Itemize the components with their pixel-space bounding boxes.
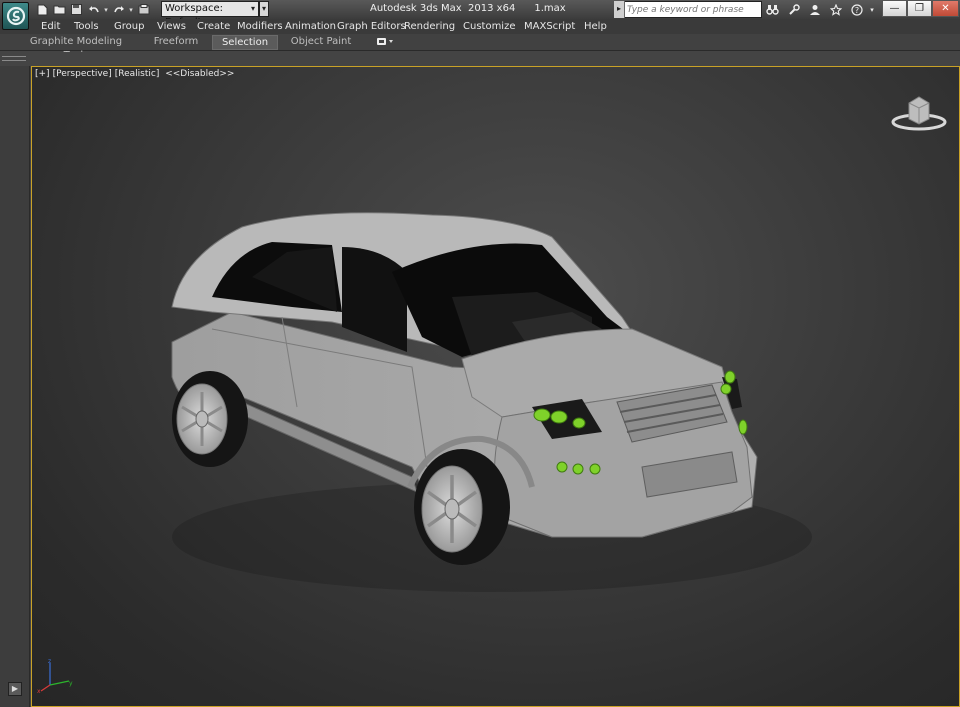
infocenter-toolbar: ? ▾ [763,2,876,17]
undo-icon[interactable] [85,2,102,17]
menu-tools[interactable]: Tools [74,20,99,33]
tab-graphite-modeling-tools[interactable]: Graphite Modeling Tools [20,35,132,61]
project-folder-icon[interactable] [135,2,152,17]
open-folder-icon[interactable] [51,2,68,17]
menu-help[interactable]: Help [584,20,607,33]
viewport-view-label[interactable]: [Perspective] [53,69,112,79]
redo-dropdown-icon[interactable]: ▾ [127,2,135,17]
ribbon-tabs: Graphite Modeling Tools Freeform Selecti… [0,34,960,61]
ribbon-options-icon[interactable] [376,37,394,49]
perspective-viewport[interactable]: [+] [Perspective] [Realistic] <<Disabled>>… [31,66,960,707]
new-file-icon[interactable] [34,2,51,17]
close-button[interactable]: ✕ [932,0,959,17]
minimize-button[interactable]: — [882,0,907,17]
app-version: 2013 x64 [468,3,516,14]
svg-text:?: ? [854,6,858,15]
tab-object-paint[interactable]: Object Paint [290,35,352,50]
menu-bar: Edit Tools Group Views Create Modifiers … [0,19,960,34]
redo-icon[interactable] [110,2,127,17]
menu-rendering[interactable]: Rendering [404,20,455,33]
svg-text:z: z [48,658,51,665]
viewport-label[interactable]: [+] [Perspective] [Realistic] <<Disabled>> [35,69,237,79]
viewport-status-label[interactable]: <<Disabled>> [165,69,234,79]
chevron-down-icon: ▾ [250,4,255,13]
tab-selection[interactable]: Selection [212,35,278,50]
help-dropdown-icon[interactable]: ▾ [868,2,876,17]
ribbon-collapsed-panel [0,52,960,66]
file-name: 1.max [534,3,566,14]
play-icon[interactable]: ▶ [8,682,22,696]
restore-button[interactable]: ❐ [907,0,932,17]
menu-maxscript[interactable]: MAXScript [524,20,575,33]
workspace-dropdown[interactable]: Workspace: Default ▾ [161,1,259,28]
menu-edit[interactable]: Edit [41,20,60,33]
menu-group[interactable]: Group [114,20,144,33]
customize-quick-access-button[interactable]: ▾ [259,1,269,17]
quick-access-toolbar: ▾ ▾ [34,2,152,17]
app-name: Autodesk 3ds Max [370,3,462,14]
app-logo-icon[interactable] [2,2,29,30]
help-icon[interactable]: ? [847,2,866,17]
svg-text:x: x [37,688,41,695]
search-input[interactable] [627,3,757,16]
menu-customize[interactable]: Customize [463,20,516,33]
left-side-panel [0,66,30,707]
menu-views[interactable]: Views [157,20,186,33]
viewport-menu-plus[interactable]: [+] [35,69,50,79]
window-title: Autodesk 3ds Max 2013 x64 1.max [370,3,566,14]
car-model[interactable] [32,67,960,707]
menu-graph-editors[interactable]: Graph Editors [337,20,406,33]
svg-text:y: y [69,680,73,687]
binoculars-icon[interactable] [763,2,782,17]
undo-dropdown-icon[interactable]: ▾ [102,2,110,17]
tab-freeform[interactable]: Freeform [150,35,202,50]
save-icon[interactable] [68,2,85,17]
window-controls: — ❐ ✕ [882,0,959,17]
wrench-icon[interactable] [784,2,803,17]
menu-create[interactable]: Create [197,20,230,33]
person-icon[interactable] [805,2,824,17]
viewport-shading-label[interactable]: [Realistic] [115,69,160,79]
menu-modifiers[interactable]: Modifiers [237,20,283,33]
panel-grip-icon[interactable] [2,56,26,61]
viewcube-icon[interactable] [891,91,947,131]
axis-tripod-icon: z y x [37,658,73,695]
search-expand-icon[interactable]: ▸ [614,1,625,18]
star-icon[interactable] [826,2,845,17]
menu-animation[interactable]: Animation [285,20,336,33]
